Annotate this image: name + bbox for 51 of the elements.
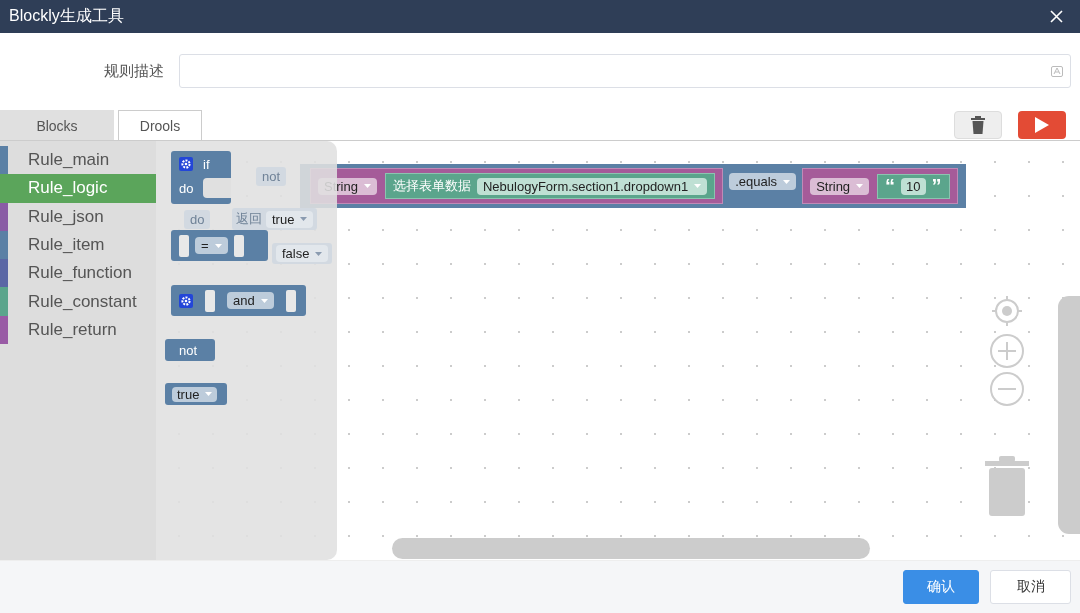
zoom-out-icon [990,372,1024,406]
not-block[interactable]: not [165,339,215,361]
type-dropdown[interactable]: String [810,177,870,195]
window-title: Blockly生成工具 [9,6,124,26]
keyboard-icon [1051,65,1063,77]
quote-mark: “ [885,178,896,194]
caret-icon [260,298,268,303]
cancel-button[interactable]: 取消 [990,570,1071,604]
gear-icon[interactable] [179,293,193,308]
trash-icon [971,116,985,134]
block-label: not [256,167,287,186]
boolean-block[interactable]: true [165,383,227,405]
operator-dropdown[interactable]: and [227,292,274,309]
gear-icon[interactable] [179,157,193,171]
value-dropdown[interactable]: true [266,210,314,228]
block-label: do [184,210,211,229]
block-label: 返回 [236,210,262,228]
caret-icon [783,179,791,184]
block-label: if [203,156,210,172]
operator-dropdown[interactable]: = [195,237,228,254]
tab[interactable]: Drools [118,110,202,140]
horizontal-scrollbar[interactable] [392,538,870,559]
caret-icon [315,251,323,256]
caret-icon [694,184,702,188]
trash-icon [985,456,1029,516]
delete-button[interactable] [954,111,1002,139]
zoom-in-icon [990,334,1024,368]
recenter-icon [992,296,1022,326]
block-label: do [179,180,194,196]
caret-icon [856,184,864,188]
method-dropdown[interactable]: .equals [729,173,797,190]
close-icon[interactable] [1050,10,1063,23]
compare-block[interactable]: = [171,230,268,261]
if-block[interactable]: if do [171,151,231,204]
vertical-scrollbar[interactable] [1058,296,1080,534]
value-dropdown[interactable]: false [276,245,329,262]
caret-icon [300,217,308,221]
tab[interactable]: Blocks [0,110,114,140]
play-icon [1035,117,1049,133]
run-button[interactable] [1018,111,1066,139]
caret-icon [205,392,213,396]
caret-icon [214,243,222,248]
field-label: 规则描述 [104,61,165,81]
rule-description-field[interactable] [179,54,1071,88]
field-dropdown[interactable]: NebulogyForm.section1.dropdown1 [476,177,708,195]
block-label: 选择表单数据 [392,177,471,195]
text-value-field[interactable]: 10 [901,177,926,195]
quote-mark: ” [931,178,942,194]
boolean-dropdown[interactable]: true [172,386,218,402]
block-label: not [179,342,198,358]
logic-operation-block[interactable]: and [171,285,306,316]
